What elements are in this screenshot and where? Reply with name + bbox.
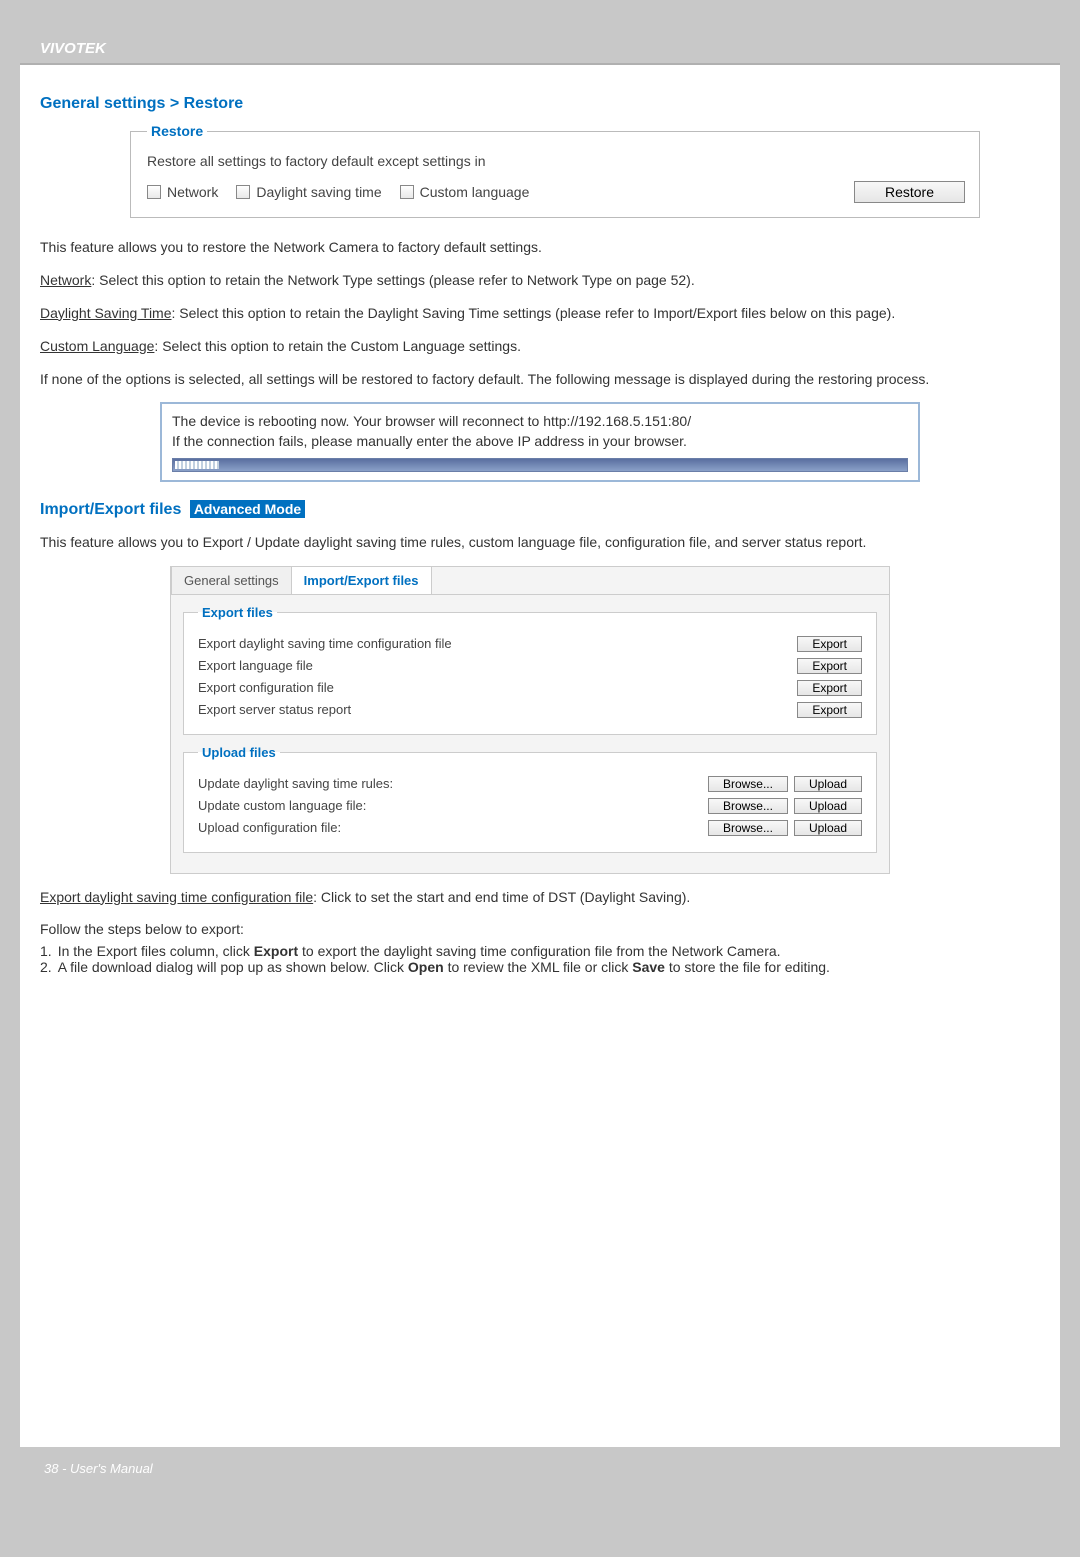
step-1-a: In the Export files column, click xyxy=(58,943,254,959)
browse-dst-button[interactable]: Browse... xyxy=(708,776,788,792)
para-dst-label: Daylight Saving Time xyxy=(40,305,172,321)
step-1-b: to export the daylight saving time confi… xyxy=(298,943,780,959)
checkbox-label: Network xyxy=(167,184,218,200)
section-title-import-export: Import/Export files Advanced Mode xyxy=(40,500,1040,519)
page-header: VIVOTEK xyxy=(20,30,1060,65)
row-export-dst: Export daylight saving time configuratio… xyxy=(198,636,862,652)
advanced-mode-tag: Advanced Mode xyxy=(190,500,305,518)
para-export-dst-desc: Export daylight saving time configuratio… xyxy=(40,888,1040,907)
checkbox-label: Custom language xyxy=(420,184,530,200)
para-intro: This feature allows you to restore the N… xyxy=(40,238,1040,257)
tab-general-settings[interactable]: General settings xyxy=(171,566,292,594)
checkbox-icon xyxy=(236,185,250,199)
upload-files-legend: Upload files xyxy=(198,745,280,760)
tab-import-export-files[interactable]: Import/Export files xyxy=(291,566,432,594)
reboot-progress-fill xyxy=(175,461,219,469)
export-dst-button[interactable]: Export xyxy=(797,636,862,652)
step-2-bold2: Save xyxy=(632,959,665,975)
export-server-status-button[interactable]: Export xyxy=(797,702,862,718)
label-export-lang: Export language file xyxy=(198,658,313,673)
export-files-legend: Export files xyxy=(198,605,277,620)
para-lang: Custom Language: Select this option to r… xyxy=(40,337,1040,356)
restore-button[interactable]: Restore xyxy=(854,181,965,203)
checkbox-icon xyxy=(400,185,414,199)
checkbox-icon xyxy=(147,185,161,199)
row-upload-dst: Update daylight saving time rules: Brows… xyxy=(198,776,862,792)
step-2-b: to review the XML file or click xyxy=(444,959,633,975)
label-upload-dst: Update daylight saving time rules: xyxy=(198,776,393,791)
step-1: 1. In the Export files column, click Exp… xyxy=(40,943,1040,959)
step-2-num: 2. xyxy=(40,959,52,975)
row-upload-lang: Update custom language file: Browse... U… xyxy=(198,798,862,814)
steps-list: 1. In the Export files column, click Exp… xyxy=(40,943,1040,975)
restore-legend: Restore xyxy=(147,123,207,139)
row-export-lang: Export language file Export xyxy=(198,658,862,674)
tabs-row: General settings Import/Export files xyxy=(171,567,889,595)
para-network-text: : Select this option to retain the Netwo… xyxy=(91,272,694,288)
para-lang-label: Custom Language xyxy=(40,338,154,354)
para-export-dst-label: Export daylight saving time configuratio… xyxy=(40,889,313,905)
browse-lang-button[interactable]: Browse... xyxy=(708,798,788,814)
label-export-dst: Export daylight saving time configuratio… xyxy=(198,636,452,651)
step-2-c: to store the file for editing. xyxy=(665,959,830,975)
label-export-server-status: Export server status report xyxy=(198,702,351,717)
step-2: 2. A file download dialog will pop up as… xyxy=(40,959,1040,975)
checkbox-network[interactable]: Network xyxy=(147,184,218,200)
browse-config-button[interactable]: Browse... xyxy=(708,820,788,836)
label-upload-lang: Update custom language file: xyxy=(198,798,366,813)
upload-lang-button[interactable]: Upload xyxy=(794,798,862,814)
row-export-server-status: Export server status report Export xyxy=(198,702,862,718)
brand-label: VIVOTEK xyxy=(40,40,106,57)
page-footer: 38 - User's Manual xyxy=(20,1447,1060,1490)
para-export-dst-text: : Click to set the start and end time of… xyxy=(313,889,690,905)
checkbox-custom-language[interactable]: Custom language xyxy=(400,184,530,200)
step-2-a: A file download dialog will pop up as sh… xyxy=(58,959,408,975)
step-1-num: 1. xyxy=(40,943,52,959)
export-config-button[interactable]: Export xyxy=(797,680,862,696)
page-content: General settings > Restore Restore Resto… xyxy=(20,65,1060,995)
footer-text: 38 - User's Manual xyxy=(44,1461,153,1476)
step-2-bold1: Open xyxy=(408,959,444,975)
para-network-label: Network xyxy=(40,272,91,288)
reboot-progress xyxy=(172,458,908,472)
step-1-bold: Export xyxy=(254,943,298,959)
label-export-config: Export configuration file xyxy=(198,680,334,695)
section-title-restore: General settings > Restore xyxy=(40,95,1040,113)
restore-row: Network Daylight saving time Custom lang… xyxy=(147,181,965,203)
checkbox-label: Daylight saving time xyxy=(256,184,381,200)
row-export-config: Export configuration file Export xyxy=(198,680,862,696)
para-lang-text: : Select this option to retain the Custo… xyxy=(154,338,521,354)
row-upload-config: Upload configuration file: Browse... Upl… xyxy=(198,820,862,836)
upload-dst-button[interactable]: Upload xyxy=(794,776,862,792)
import-export-title: Import/Export files xyxy=(40,501,181,518)
checkbox-dst[interactable]: Daylight saving time xyxy=(236,184,381,200)
restore-desc: Restore all settings to factory default … xyxy=(147,153,965,169)
follow-steps: Follow the steps below to export: xyxy=(40,920,1040,939)
export-files-fieldset: Export files Export daylight saving time… xyxy=(183,605,877,735)
label-upload-config: Upload configuration file: xyxy=(198,820,341,835)
upload-config-button[interactable]: Upload xyxy=(794,820,862,836)
import-export-tabs-panel: General settings Import/Export files Exp… xyxy=(170,566,890,874)
para-none: If none of the options is selected, all … xyxy=(40,370,1040,389)
export-lang-button[interactable]: Export xyxy=(797,658,862,674)
para-network: Network: Select this option to retain th… xyxy=(40,271,1040,290)
reboot-line1: The device is rebooting now. Your browse… xyxy=(162,404,918,432)
para-dst-text: : Select this option to retain the Dayli… xyxy=(172,305,896,321)
para-import-export-intro: This feature allows you to Export / Upda… xyxy=(40,533,1040,552)
restore-panel: Restore Restore all settings to factory … xyxy=(130,123,980,218)
para-dst: Daylight Saving Time: Select this option… xyxy=(40,304,1040,323)
reboot-message-box: The device is rebooting now. Your browse… xyxy=(160,402,920,481)
reboot-line2: If the connection fails, please manually… xyxy=(162,432,918,452)
upload-files-fieldset: Upload files Update daylight saving time… xyxy=(183,745,877,853)
